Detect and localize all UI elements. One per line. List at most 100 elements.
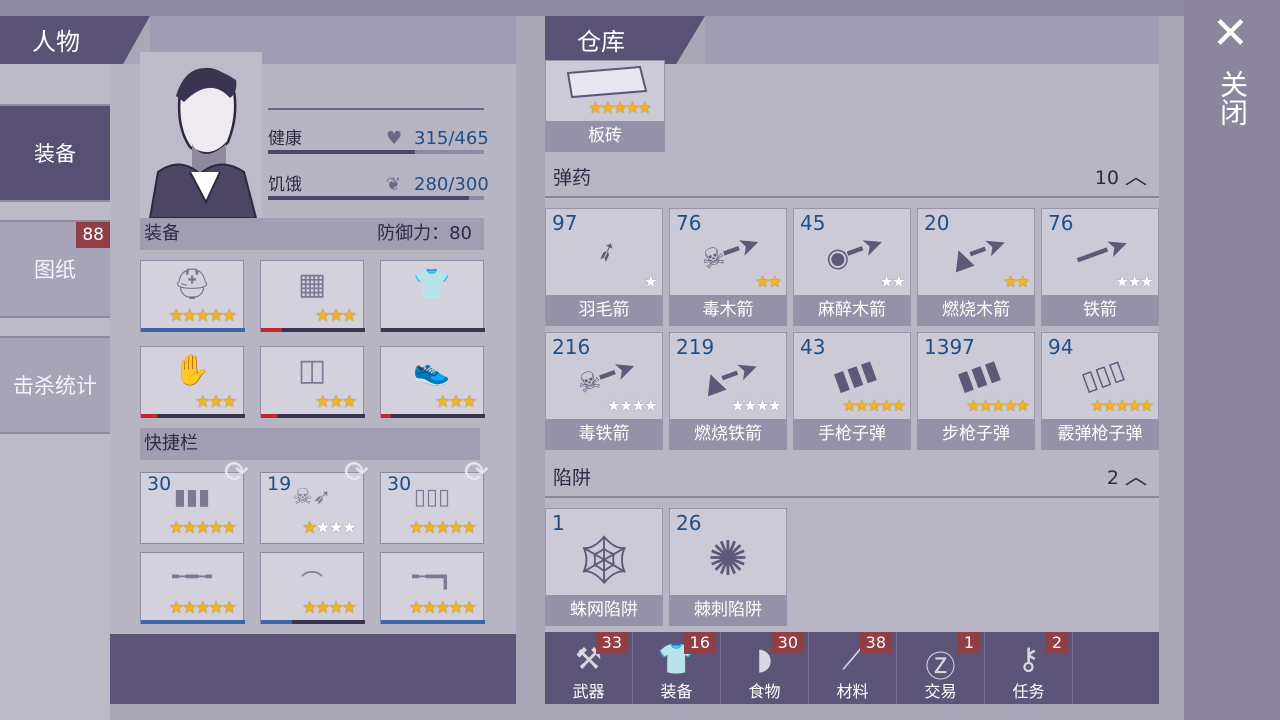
character-footer xyxy=(110,634,516,704)
close-icon[interactable]: ✕ xyxy=(1212,12,1249,56)
category-tab-badge: 1 xyxy=(957,632,980,654)
spike-trap-icon: ✺ xyxy=(707,531,749,587)
ammo-stars: ★★★ xyxy=(1114,272,1154,291)
ammo-item[interactable]: 97 ➶ ★ 羽毛箭 xyxy=(545,208,663,326)
close-label[interactable]: 关闭 xyxy=(1216,70,1249,126)
panel-gap xyxy=(516,16,545,720)
slot-stars: ★★★★★ xyxy=(408,598,477,618)
defense-value: 防御力：80 xyxy=(377,223,472,244)
blueprint-badge: 88 xyxy=(76,222,110,248)
ammo-item[interactable]: 76 ━━➤ ★★★ 铁箭 xyxy=(1041,208,1159,326)
top-backdrop xyxy=(0,0,1184,16)
helmet-icon: ⛑ xyxy=(172,267,212,302)
swap-icon[interactable]: ⟳ xyxy=(224,455,249,490)
close-column[interactable]: ✕ 关闭 xyxy=(1184,0,1280,720)
equip-slot[interactable]: ✋ ★★★ xyxy=(140,346,245,418)
rifle-icon: ╾━╼ xyxy=(172,565,212,590)
category-tab[interactable]: ⚷ 2 任务 xyxy=(985,632,1073,704)
category-tab-label: 食物 xyxy=(748,682,781,701)
category-tab[interactable]: ◗ 30 食物 xyxy=(721,632,809,704)
ammo-count: 219 xyxy=(676,335,715,359)
equip-slot[interactable]: ▦ ★★★ xyxy=(260,260,365,332)
category-traps-count: 2 xyxy=(1106,467,1119,489)
trap-item[interactable]: 26 ✺ 棘刺陷阱 xyxy=(669,508,787,626)
ammo-label: 燃烧木箭 xyxy=(918,295,1034,325)
category-tab[interactable]: Ⓩ 1 交易 xyxy=(897,632,985,704)
warehouse-panel[interactable]: ★★★★★ 板砖 弹药 10 ︿ 97 ➶ ★ 羽毛箭 76 ☠━➤ ★★ 毒木箭 45 ◉━➤ ★… xyxy=(545,60,1159,634)
hunger-bar-fill xyxy=(268,196,469,200)
category-traps[interactable]: 陷阱 2 ︿ xyxy=(545,460,1159,498)
left-nav: 装备 图纸 88 击杀统计 xyxy=(0,64,110,720)
equipment-title: 装备 xyxy=(144,223,180,244)
slot-stars: ★★★★★ xyxy=(168,598,237,618)
shotgun-icon: ╾━┓ xyxy=(412,565,452,590)
quick-slot[interactable]: ╾━╼ ★★★★★ xyxy=(140,552,245,624)
brick-stars: ★★★★★ xyxy=(588,98,652,117)
equip-slot[interactable]: ⛑ ★★★★★ xyxy=(140,260,245,332)
ammo-stars: ★★ xyxy=(755,272,782,291)
quickbar-title: 快捷栏 xyxy=(144,433,198,454)
category-tab-badge: 33 xyxy=(595,632,628,654)
ammo-item[interactable]: 76 ☠━➤ ★★ 毒木箭 xyxy=(669,208,787,326)
slot-stars: ★★★ xyxy=(315,392,357,412)
category-ammo-count-wrap: 10 ︿ xyxy=(1095,160,1147,196)
hunger-value: 280/300 xyxy=(414,174,489,195)
ammo-label: 铁箭 xyxy=(1042,295,1158,325)
category-tab[interactable]: ⚒ 33 武器 xyxy=(545,632,633,704)
armor-vest-icon: ▦ xyxy=(297,267,327,302)
slot-stars: ★★★★★ xyxy=(168,306,237,326)
equip-slot[interactable]: 👟 ★★★ xyxy=(380,346,485,418)
ammo-stars: ★ xyxy=(643,272,658,291)
ammo-item[interactable]: 45 ◉━➤ ★★ 麻醉木箭 xyxy=(793,208,911,326)
quick-slot[interactable]: 30 ▮▮▮ ★★★★★ ⟳ xyxy=(140,455,249,544)
tab-equipment[interactable]: 装备 xyxy=(0,104,110,202)
quick-slot[interactable]: 19 ☠➶ ★★★★ ⟳ xyxy=(260,455,369,544)
ammo-count: 94 xyxy=(1048,335,1074,359)
quick-slot[interactable]: ╾━┓ ★★★★★ xyxy=(380,552,485,624)
ammo-item[interactable]: 1397 ▮▮▮ ★★★★★ 步枪子弹 xyxy=(917,332,1035,450)
item-brick[interactable]: ★★★★★ 板砖 xyxy=(545,60,665,152)
chevron-up-icon[interactable]: ︿ xyxy=(1125,465,1147,490)
category-tab-label: 武器 xyxy=(572,682,605,701)
category-tab[interactable]: ⟋ 38 材料 xyxy=(809,632,897,704)
swap-icon[interactable]: ⟳ xyxy=(344,455,369,490)
ammo-stars: ★★ xyxy=(1003,272,1030,291)
shorts-icon: ◫ xyxy=(297,353,327,388)
slot-stars: ★★★ xyxy=(435,392,477,412)
equip-slot[interactable]: 👕 xyxy=(380,260,485,332)
character-title: 人物 xyxy=(0,16,150,64)
ammo-count: 1397 xyxy=(924,335,975,359)
equip-slot[interactable]: ◫ ★★★ xyxy=(260,346,365,418)
ammo-label: 燃烧铁箭 xyxy=(670,419,786,449)
quick-slot[interactable]: 30 ▯▯▯ ★★★★★ ⟳ xyxy=(380,455,489,544)
category-tab[interactable]: 👕 16 装备 xyxy=(633,632,721,704)
heart-icon: ♥ xyxy=(386,128,403,149)
ammo-stars: ★★ xyxy=(879,272,906,291)
ammo-item[interactable]: 20 ▲━➤ ★★ 燃烧木箭 xyxy=(917,208,1035,326)
character-portrait xyxy=(140,52,262,219)
durability-bar xyxy=(381,414,485,418)
ammo-item[interactable]: 219 ▲━➤ ★★★★ 燃烧铁箭 xyxy=(669,332,787,450)
quick-slot[interactable]: ⌒ ★★★★ xyxy=(260,552,365,624)
ammo-label: 麻醉木箭 xyxy=(794,295,910,325)
durability-bar xyxy=(261,620,365,624)
slot-stars: ★★★ xyxy=(315,306,357,326)
brick-label: 板砖 xyxy=(546,121,664,151)
tab-blueprints[interactable]: 图纸 88 xyxy=(0,220,110,318)
category-tab-label: 装备 xyxy=(660,682,693,701)
swap-icon[interactable]: ⟳ xyxy=(464,455,489,490)
ammo-item[interactable]: 216 ☠━➤ ★★★★ 毒铁箭 xyxy=(545,332,663,450)
ammo-item[interactable]: 43 ▮▮▮ ★★★★★ 手枪子弹 xyxy=(793,332,911,450)
slot-stars: ★★★ xyxy=(195,392,237,412)
ammo-count: 76 xyxy=(1048,211,1074,235)
chevron-up-icon[interactable]: ︿ xyxy=(1125,165,1147,190)
ammo-count: 76 xyxy=(676,211,702,235)
hunger-bar xyxy=(268,196,484,200)
ammo-item[interactable]: 94 ▯▯▯ ★★★★★ 霰弹枪子弹 xyxy=(1041,332,1159,450)
trap-item[interactable]: 1 🕸 蛛网陷阱 xyxy=(545,508,663,626)
category-ammo[interactable]: 弹药 10 ︿ xyxy=(545,160,1159,198)
tab-kill-stats[interactable]: 击杀统计 xyxy=(0,336,110,434)
warehouse-header-tail xyxy=(705,16,1159,64)
durability-bar xyxy=(381,620,485,624)
health-label: 健康 xyxy=(268,129,302,149)
